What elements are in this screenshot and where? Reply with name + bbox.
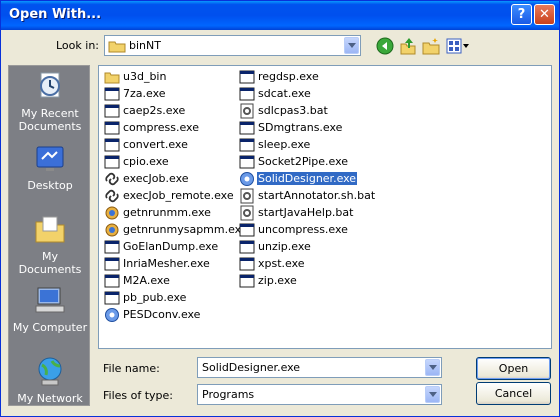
file-item-name: PESDconv.exe xyxy=(123,308,201,321)
my-network-icon xyxy=(38,357,62,386)
file-item-name: caep2s.exe xyxy=(123,104,186,117)
batch-file-icon xyxy=(239,188,255,204)
file-item-name: uncompress.exe xyxy=(258,223,348,236)
help-button[interactable]: ? xyxy=(511,4,532,25)
batch-file-icon xyxy=(239,205,255,221)
places-bar: My Recent Documents Desktop My Documents xyxy=(8,65,90,406)
back-icon[interactable] xyxy=(376,37,394,55)
exe-file-icon xyxy=(104,103,120,119)
file-type-value: Programs xyxy=(202,388,255,401)
exe-file-icon xyxy=(104,256,120,272)
look-in-label: Look in: xyxy=(56,39,99,52)
place-label: My Network xyxy=(17,392,83,405)
new-folder-icon[interactable] xyxy=(422,37,440,55)
file-item-name: SolidDesigner.exe xyxy=(257,172,358,185)
close-button[interactable]: ✕ xyxy=(534,4,555,25)
file-item-name: getnrunmysapmm.exe xyxy=(123,223,248,236)
file-item-name: unzip.exe xyxy=(258,240,311,253)
look-in-value: binNT xyxy=(129,39,161,52)
exe-file-icon xyxy=(239,69,255,85)
file-item-name: InriaMesher.exe xyxy=(123,257,210,270)
desktop-icon xyxy=(36,146,64,171)
exe-file-icon xyxy=(104,86,120,102)
views-menu-icon[interactable] xyxy=(446,37,470,55)
gear-icon xyxy=(104,307,120,323)
exe-file-icon xyxy=(239,239,255,255)
open-button[interactable]: Open xyxy=(476,357,551,380)
file-item-name: startAnnotator.sh.bat xyxy=(258,189,376,202)
chevron-down-icon[interactable] xyxy=(344,37,359,54)
place-my-computer[interactable]: My Computer xyxy=(9,284,91,334)
file-type-label: Files of type: xyxy=(103,389,174,402)
place-label: My Recent xyxy=(21,107,79,120)
file-item-name: getnrunmm.exe xyxy=(123,206,211,219)
application-icon xyxy=(104,205,120,221)
exe-file-icon xyxy=(104,154,120,170)
exe-file-icon xyxy=(104,137,120,153)
file-name-input[interactable]: SolidDesigner.exe xyxy=(197,357,442,378)
place-label: Documents xyxy=(18,120,82,133)
exe-file-icon xyxy=(239,120,255,136)
file-list[interactable]: u3d_bin 7za.exe caep2s.exe compress.exe conv… xyxy=(98,65,552,349)
exe-file-icon xyxy=(104,239,120,255)
file-item-name: zip.exe xyxy=(258,274,297,287)
file-item-name: sdlcpas3.bat xyxy=(258,104,328,117)
exe-file-icon xyxy=(239,154,255,170)
batch-file-icon xyxy=(239,103,255,119)
place-my-documents[interactable]: My Documents xyxy=(9,213,91,276)
exe-file-icon xyxy=(104,273,120,289)
file-name-value: SolidDesigner.exe xyxy=(202,361,301,374)
place-desktop[interactable]: Desktop xyxy=(9,142,91,192)
look-in-dropdown[interactable]: binNT xyxy=(104,35,361,56)
file-item-name: M2A.exe xyxy=(123,274,170,287)
file-item-name: 7za.exe xyxy=(123,87,166,100)
file-item-name: execJob.exe xyxy=(123,172,189,185)
file-item-name: Socket2Pipe.exe xyxy=(258,155,349,168)
file-name-label: File name: xyxy=(103,362,160,375)
file-item-name: GoElanDump.exe xyxy=(123,240,219,253)
application-icon xyxy=(104,222,120,238)
place-label: My Computer xyxy=(12,321,88,334)
file-item-name: xpst.exe xyxy=(258,257,305,270)
chevron-down-icon[interactable] xyxy=(425,386,440,403)
file-item-name: regdsp.exe xyxy=(258,70,319,83)
place-my-network[interactable]: My Network xyxy=(9,355,91,405)
place-my-recent-documents[interactable]: My Recent Documents xyxy=(9,70,91,133)
recent-documents-icon xyxy=(40,72,60,98)
file-item-name: SDmgtrans.exe xyxy=(258,121,343,134)
exe-file-icon xyxy=(239,222,255,238)
chevron-down-icon[interactable] xyxy=(425,359,440,376)
my-computer-icon xyxy=(35,287,65,313)
file-item-name: startJavaHelp.bat xyxy=(258,206,354,219)
file-item-name: execJob_remote.exe xyxy=(123,189,234,202)
file-item-name: convert.exe xyxy=(123,138,188,151)
exe-file-icon xyxy=(104,120,120,136)
shortcut-link-icon xyxy=(104,171,120,187)
file-type-select[interactable]: Programs xyxy=(197,384,442,405)
exe-file-icon xyxy=(239,256,255,272)
window-title: Open With... xyxy=(9,7,102,22)
file-item-name: cpio.exe xyxy=(123,155,169,168)
cancel-button[interactable]: Cancel xyxy=(476,382,551,405)
up-folder-icon[interactable] xyxy=(399,37,417,55)
place-label: Desktop xyxy=(27,179,73,192)
exe-file-icon xyxy=(239,137,255,153)
my-documents-icon xyxy=(35,216,65,243)
file-item-name: pb_pub.exe xyxy=(123,291,187,304)
folder-icon xyxy=(108,41,126,53)
open-with-dialog: Open With... ? ✕ Look in: binNT My Recen… xyxy=(0,0,560,417)
file-item-name: compress.exe xyxy=(123,121,199,134)
gear-icon xyxy=(239,171,255,187)
exe-file-icon xyxy=(239,86,255,102)
file-item-name: u3d_bin xyxy=(123,70,167,83)
file-item-name: sdcat.exe xyxy=(258,87,311,100)
title-bar[interactable]: Open With... ? ✕ xyxy=(1,1,559,30)
file-item-name: sleep.exe xyxy=(258,138,311,151)
exe-file-icon xyxy=(104,290,120,306)
folder-icon xyxy=(104,69,120,85)
shortcut-link-icon xyxy=(104,188,120,204)
exe-file-icon xyxy=(239,273,255,289)
place-label: My Documents xyxy=(18,250,82,276)
